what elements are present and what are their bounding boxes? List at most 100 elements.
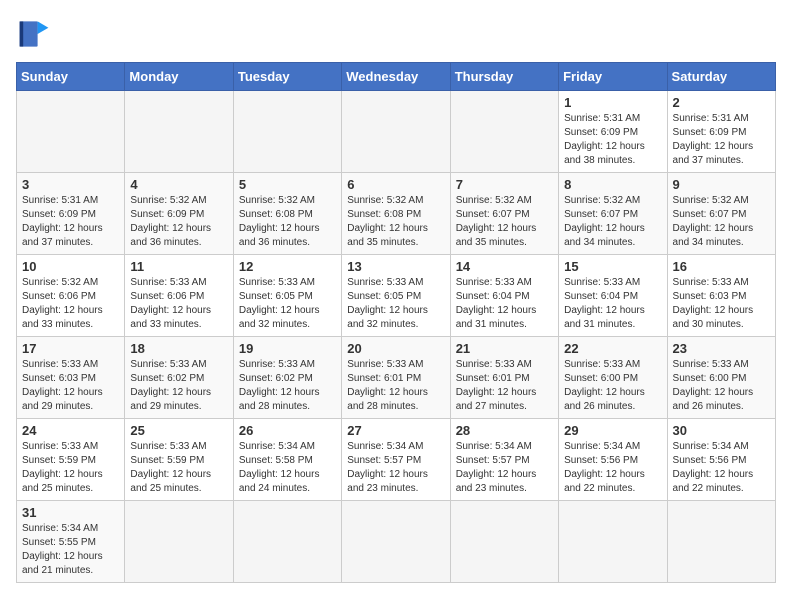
general-blue-logo-icon [16,16,52,52]
calendar-cell: 1 Sunrise: 5:31 AMSunset: 6:09 PMDaylight… [559,91,667,173]
calendar-cell: 2 Sunrise: 5:31 AMSunset: 6:09 PMDaylight… [667,91,775,173]
day-number: 18 [130,341,227,356]
calendar-cell: 25Sunrise: 5:33 AMSunset: 5:59 PMDayligh… [125,419,233,501]
day-number: 29 [564,423,661,438]
week-row-5: 31 Sunrise: 5:34 AMSunset: 5:55 PMDayligh… [17,501,776,583]
calendar-cell: 20 Sunrise: 5:33 AMSunset: 6:01 PMDayligh… [342,337,450,419]
calendar-cell: 24 Sunrise: 5:33 AMSunset: 5:59 PMDayligh… [17,419,125,501]
day-number: 2 [673,95,770,110]
day-number: 13 [347,259,444,274]
day-number: 24 [22,423,119,438]
day-number: 17 [22,341,119,356]
day-info: Sunrise: 5:34 AMSunset: 5:56 PMDaylight:… [564,440,661,496]
calendar-cell: 18 Sunrise: 5:33 AMSunset: 6:02 PMDayligh… [125,337,233,419]
day-number: 1 [564,95,661,110]
day-number: 6 [347,177,444,192]
calendar-cell: 21 Sunrise: 5:33 AMSunset: 6:01 PMDayligh… [450,337,558,419]
day-info: Sunrise: 5:33 AMSunset: 6:05 PMDaylight:… [347,276,444,332]
day-number: 26 [239,423,336,438]
day-info: Sunrise: 5:32 AMSunset: 6:07 PMDaylight:… [673,194,770,250]
calendar-cell [233,501,341,583]
day-number: 23 [673,341,770,356]
weekday-header-friday: Friday [559,63,667,91]
day-number: 20 [347,341,444,356]
weekday-header-saturday: Saturday [667,63,775,91]
day-info: Sunrise: 5:31 AMSunset: 6:09 PMDaylight:… [564,112,661,168]
day-info: Sunrise: 5:32 AMSunset: 6:06 PMDaylight:… [22,276,119,332]
calendar-cell: 12Sunrise: 5:33 AMSunset: 6:05 PMDayligh… [233,255,341,337]
calendar-cell: 5 Sunrise: 5:32 AMSunset: 6:08 PMDaylight… [233,173,341,255]
day-info: Sunrise: 5:33 AMSunset: 6:04 PMDaylight:… [456,276,553,332]
calendar-cell [342,91,450,173]
day-info: Sunrise: 5:32 AMSunset: 6:07 PMDaylight:… [564,194,661,250]
day-number: 30 [673,423,770,438]
week-row-0: 1 Sunrise: 5:31 AMSunset: 6:09 PMDaylight… [17,91,776,173]
calendar-cell: 9 Sunrise: 5:32 AMSunset: 6:07 PMDaylight… [667,173,775,255]
day-number: 31 [22,505,119,520]
day-info: Sunrise: 5:34 AMSunset: 5:56 PMDaylight:… [673,440,770,496]
day-number: 5 [239,177,336,192]
weekday-header-tuesday: Tuesday [233,63,341,91]
weekday-header-wednesday: Wednesday [342,63,450,91]
calendar-cell [125,501,233,583]
day-info: Sunrise: 5:33 AMSunset: 6:00 PMDaylight:… [564,358,661,414]
calendar-cell: 13 Sunrise: 5:33 AMSunset: 6:05 PMDayligh… [342,255,450,337]
calendar-cell: 7 Sunrise: 5:32 AMSunset: 6:07 PMDaylight… [450,173,558,255]
calendar-cell: 11Sunrise: 5:33 AMSunset: 6:06 PMDayligh… [125,255,233,337]
calendar-cell: 3Sunrise: 5:31 AMSunset: 6:09 PMDaylight… [17,173,125,255]
calendar-cell [125,91,233,173]
weekday-header-monday: Monday [125,63,233,91]
weekday-header-thursday: Thursday [450,63,558,91]
calendar-cell: 19Sunrise: 5:33 AMSunset: 6:02 PMDayligh… [233,337,341,419]
week-row-3: 17 Sunrise: 5:33 AMSunset: 6:03 PMDayligh… [17,337,776,419]
day-info: Sunrise: 5:33 AMSunset: 6:06 PMDaylight:… [130,276,227,332]
calendar-cell: 31 Sunrise: 5:34 AMSunset: 5:55 PMDayligh… [17,501,125,583]
day-number: 25 [130,423,227,438]
day-number: 27 [347,423,444,438]
logo [16,16,58,52]
day-info: Sunrise: 5:33 AMSunset: 6:00 PMDaylight:… [673,358,770,414]
calendar-cell: 30 Sunrise: 5:34 AMSunset: 5:56 PMDayligh… [667,419,775,501]
day-info: Sunrise: 5:32 AMSunset: 6:08 PMDaylight:… [239,194,336,250]
weekday-header-sunday: Sunday [17,63,125,91]
calendar-cell: 15Sunrise: 5:33 AMSunset: 6:04 PMDayligh… [559,255,667,337]
day-info: Sunrise: 5:33 AMSunset: 6:03 PMDaylight:… [673,276,770,332]
day-info: Sunrise: 5:33 AMSunset: 6:01 PMDaylight:… [347,358,444,414]
day-info: Sunrise: 5:33 AMSunset: 6:01 PMDaylight:… [456,358,553,414]
day-info: Sunrise: 5:33 AMSunset: 6:05 PMDaylight:… [239,276,336,332]
day-info: Sunrise: 5:32 AMSunset: 6:07 PMDaylight:… [456,194,553,250]
week-row-4: 24 Sunrise: 5:33 AMSunset: 5:59 PMDayligh… [17,419,776,501]
calendar-cell [342,501,450,583]
calendar-cell [450,91,558,173]
calendar-cell [559,501,667,583]
day-info: Sunrise: 5:33 AMSunset: 5:59 PMDaylight:… [22,440,119,496]
day-number: 22 [564,341,661,356]
calendar-cell: 6Sunrise: 5:32 AMSunset: 6:08 PMDaylight… [342,173,450,255]
week-row-2: 10 Sunrise: 5:32 AMSunset: 6:06 PMDayligh… [17,255,776,337]
calendar-cell: 22 Sunrise: 5:33 AMSunset: 6:00 PMDayligh… [559,337,667,419]
calendar-cell: 28Sunrise: 5:34 AMSunset: 5:57 PMDayligh… [450,419,558,501]
day-number: 14 [456,259,553,274]
calendar-cell [17,91,125,173]
calendar-cell: 14 Sunrise: 5:33 AMSunset: 6:04 PMDayligh… [450,255,558,337]
calendar-cell: 27 Sunrise: 5:34 AMSunset: 5:57 PMDayligh… [342,419,450,501]
week-row-1: 3Sunrise: 5:31 AMSunset: 6:09 PMDaylight… [17,173,776,255]
day-info: Sunrise: 5:34 AMSunset: 5:57 PMDaylight:… [347,440,444,496]
day-number: 21 [456,341,553,356]
day-number: 28 [456,423,553,438]
calendar-cell [233,91,341,173]
day-info: Sunrise: 5:33 AMSunset: 6:02 PMDaylight:… [130,358,227,414]
calendar-cell [667,501,775,583]
day-number: 7 [456,177,553,192]
day-info: Sunrise: 5:31 AMSunset: 6:09 PMDaylight:… [673,112,770,168]
day-number: 10 [22,259,119,274]
day-info: Sunrise: 5:34 AMSunset: 5:55 PMDaylight:… [22,522,119,578]
day-info: Sunrise: 5:33 AMSunset: 6:03 PMDaylight:… [22,358,119,414]
day-number: 4 [130,177,227,192]
day-number: 15 [564,259,661,274]
calendar-cell: 23 Sunrise: 5:33 AMSunset: 6:00 PMDayligh… [667,337,775,419]
day-number: 19 [239,341,336,356]
calendar-cell: 29 Sunrise: 5:34 AMSunset: 5:56 PMDayligh… [559,419,667,501]
day-number: 9 [673,177,770,192]
page-header [16,16,776,52]
